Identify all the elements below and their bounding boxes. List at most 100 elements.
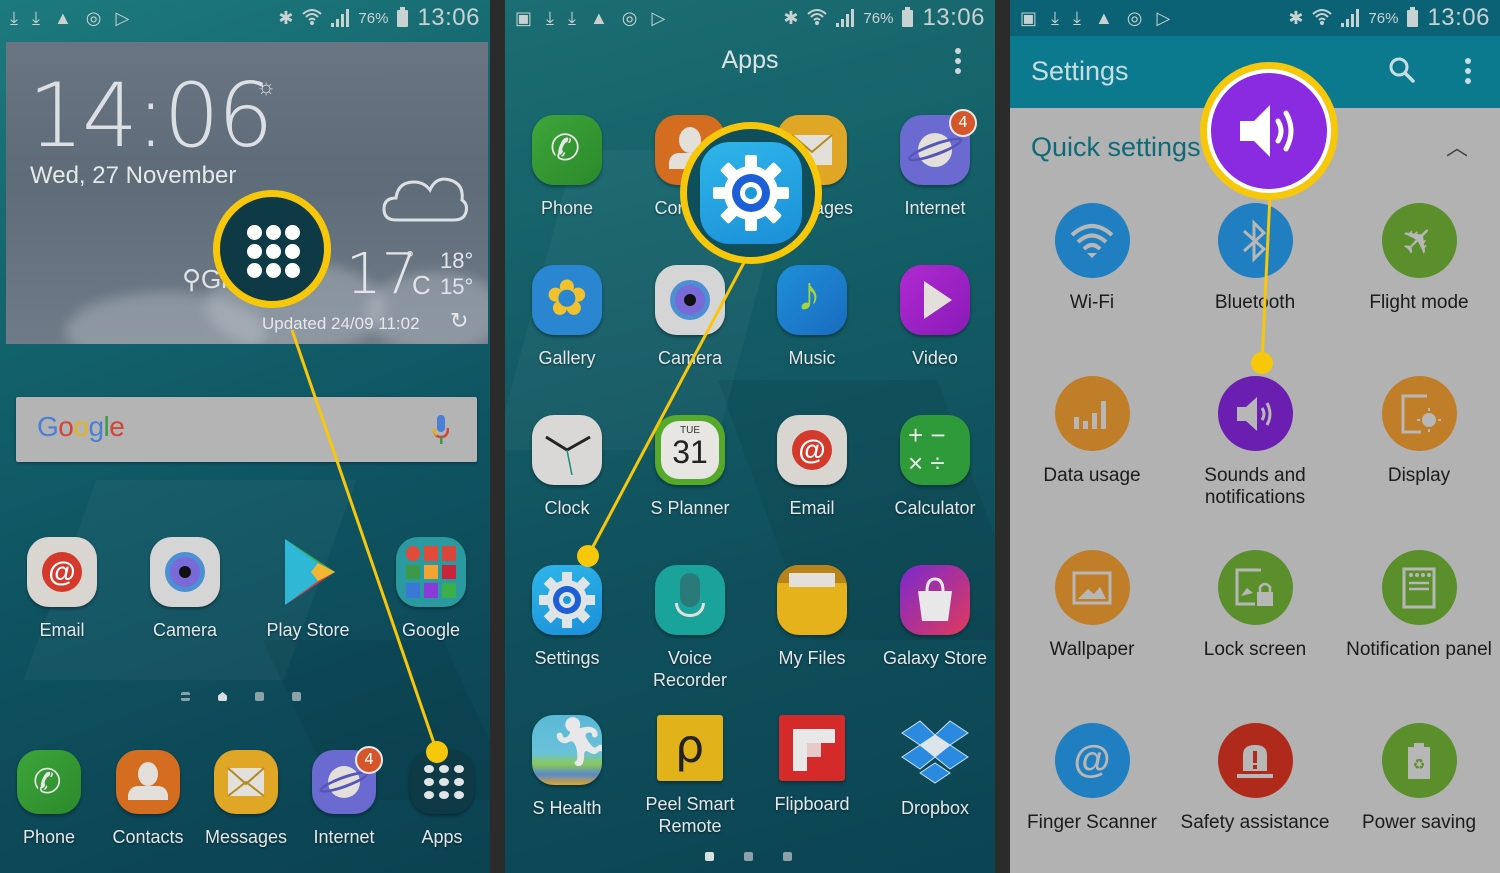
app-s-health[interactable]: 🏃︎ S Health [507,715,627,819]
quick-setting-label: Notification panel [1346,639,1492,660]
calendar-date: 31 [672,434,708,470]
clock-time: 14:06 [28,64,274,167]
clock-date: Wed, 27 November [30,162,237,189]
quick-setting-label: Finger Scanner [1027,812,1157,833]
apps-grid-icon [247,225,300,278]
video-icon [900,265,970,335]
quick-setting-label: Sounds and notifications [1204,465,1306,508]
battery-percent: 76% [1368,9,1399,27]
airplane-icon: ✈ [1381,203,1457,278]
app-camera[interactable]: Camera [125,537,245,641]
app-email[interactable]: @ Email [2,537,122,641]
drawer-page-indicator [705,852,792,861]
search-icon[interactable] [1388,56,1416,84]
quick-setting-finger-scanner[interactable]: @ Finger Scanner [1010,723,1174,834]
app-s-planner[interactable]: TUE 31 S Planner [630,415,750,519]
callout-apps-magnified [213,190,331,308]
more-options-button[interactable] [1465,58,1471,88]
quick-setting-lock-screen[interactable]: Lock screen [1173,550,1337,661]
play-store-notification-icon: ▷ [1156,8,1171,28]
battery-percent: 76% [358,9,389,27]
app-settings[interactable]: Settings [507,565,627,669]
quick-setting-wi-fi[interactable]: Wi-Fi [1010,203,1174,314]
quick-setting-display[interactable]: Display [1337,376,1500,487]
app-label: Peel Smart Remote [645,794,735,836]
degree-symbol: ° [406,248,414,270]
app-label: Phone [540,198,594,218]
app-camera[interactable]: Camera [630,265,750,369]
warning-icon: ▲ [53,8,72,28]
quick-setting-sounds-and-notifications[interactable]: Sounds and notifications [1173,376,1337,509]
page-dot-active[interactable] [705,852,714,861]
page-dot[interactable] [744,852,753,861]
app-calculator[interactable]: + − × ÷ Calculator [875,415,995,519]
app-internet[interactable]: 4 Internet [875,109,995,219]
quick-setting-bluetooth[interactable]: Bluetooth [1173,203,1337,314]
google-logo-letter: e [109,411,125,442]
quick-setting-notification-panel[interactable]: Notification panel [1337,550,1500,661]
app-flipboard[interactable]: Flipboard [752,715,872,815]
signal-icon [331,9,350,27]
battery-icon [1407,6,1419,27]
quick-setting-flight-mode[interactable]: ✈ Flight mode [1337,203,1500,314]
speaker-icon [1211,73,1327,189]
app-phone[interactable]: ✆ Phone [507,115,627,219]
app-my-files[interactable]: My Files [752,565,872,669]
app-dropbox[interactable]: Dropbox [875,715,995,819]
wifi-icon [1054,203,1130,278]
calculator-icon: + − × ÷ [900,415,970,485]
page-list-indicator[interactable] [181,692,190,701]
refresh-icon[interactable]: ↻ [450,308,468,334]
more-options-button[interactable] [955,48,961,78]
app-email[interactable]: @ Email [752,415,872,519]
speaker-icon [1217,376,1293,451]
wifi-icon [1312,8,1333,29]
quick-setting-label: Wi-Fi [1069,292,1115,313]
page-dot[interactable] [255,692,264,701]
home-page-indicator-icon[interactable] [218,692,227,701]
dropbox-icon [900,715,970,785]
app-video[interactable]: Video [875,265,995,369]
voice-recorder-icon [655,565,725,635]
google-folder-icon [396,537,466,607]
lock-screen-icon [1217,550,1293,625]
quick-setting-safety-assistance[interactable]: Safety assistance [1173,723,1337,834]
display-icon [1381,376,1457,451]
sync-icon: ◎ [621,8,638,28]
bluetooth-icon: ✱ [278,8,294,28]
quick-setting-label: Data usage [1043,465,1141,486]
quick-settings-header: Quick settings [1031,132,1201,162]
app-play-store[interactable]: Play Store [248,537,368,641]
app-voice-recorder[interactable]: Voice Recorder [630,565,750,691]
app-clock[interactable]: Clock [507,415,627,519]
app-label: Video [912,348,958,368]
app-peel-smart-remote[interactable]: ρ Peel Smart Remote [630,715,750,837]
app-google-folder[interactable]: Google [371,537,490,641]
app-label: Apps [421,827,463,847]
app-label: Gallery [538,348,596,368]
app-gallery[interactable]: ✿ Gallery [507,265,627,369]
collapse-chevron-icon[interactable]: ︿ [1446,130,1468,162]
app-label: Flipboard [774,794,850,814]
phone-icon: ✆ [532,115,602,185]
app-music[interactable]: ♪ Music [752,265,872,369]
app-label: Camera [152,620,218,640]
quick-setting-label: Power saving [1361,812,1477,833]
quick-setting-label: Display [1387,465,1451,486]
app-label: Google [401,620,461,640]
quick-setting-power-saving[interactable]: ♻ Power saving [1337,723,1500,834]
quick-setting-wallpaper[interactable]: Wallpaper [1010,550,1174,661]
app-galaxy-store[interactable]: Galaxy Store [875,565,995,669]
page-dot[interactable] [783,852,792,861]
quick-setting-data-usage[interactable]: Data usage [1010,376,1174,487]
dock-apps[interactable]: Apps [381,750,490,848]
camera-icon [655,265,725,335]
status-time: 13:06 [922,4,985,31]
app-label: My Files [778,648,846,668]
page-dot[interactable] [292,692,301,701]
app-label: Internet [904,198,966,218]
google-search-bar[interactable]: Google [16,397,477,462]
mic-icon[interactable] [433,415,449,445]
app-label: Clock [544,498,590,518]
warning-icon: ▲ [1094,8,1113,28]
